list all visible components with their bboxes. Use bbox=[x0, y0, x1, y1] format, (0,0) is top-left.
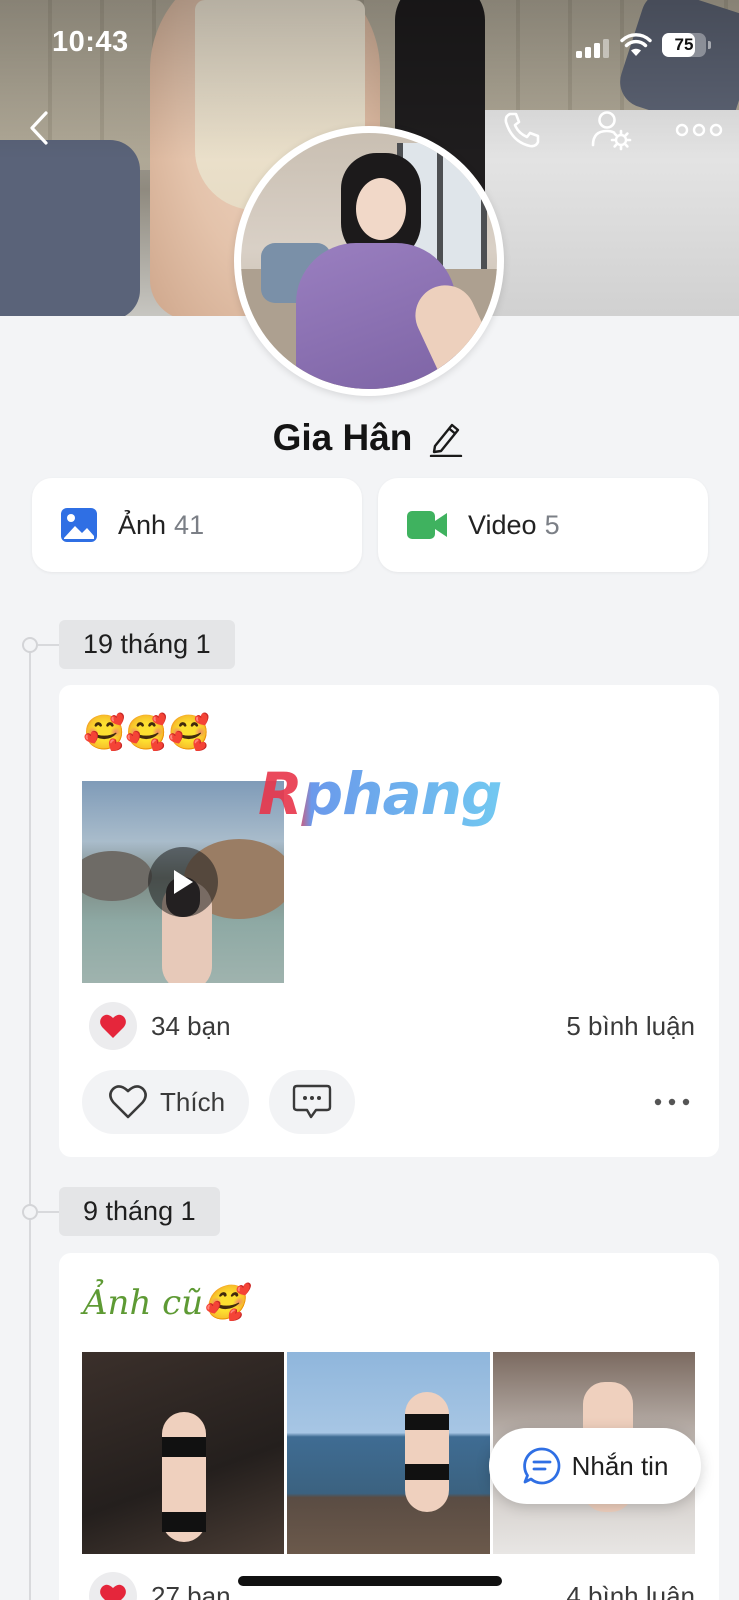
play-icon bbox=[174, 870, 193, 894]
post-card: 🥰🥰🥰 34 bạn 5 bình luận Thích bbox=[59, 685, 719, 1157]
post-date: 19 tháng 1 bbox=[59, 620, 235, 669]
photo-figure bbox=[405, 1392, 450, 1512]
profile-name-row: Gia Hân bbox=[0, 413, 739, 463]
send-message-button[interactable]: Nhắn tin bbox=[489, 1428, 701, 1504]
post-caption: 🥰🥰🥰 bbox=[83, 714, 211, 752]
chevron-left-icon bbox=[30, 111, 48, 145]
wifi-icon bbox=[620, 32, 652, 58]
timeline-connector bbox=[38, 1211, 60, 1213]
timeline-dot bbox=[22, 637, 38, 653]
play-button[interactable] bbox=[148, 847, 218, 917]
photo-figure-garment bbox=[405, 1414, 450, 1430]
like-button[interactable]: Thích bbox=[82, 1070, 250, 1134]
heart-icon bbox=[100, 1014, 126, 1038]
comment-button[interactable] bbox=[269, 1070, 356, 1134]
send-message-label: Nhắn tin bbox=[571, 1450, 669, 1481]
more-horizontal-icon bbox=[654, 1098, 690, 1106]
avatar[interactable] bbox=[234, 126, 504, 396]
more-horizontal-icon bbox=[675, 123, 723, 137]
photo-figure-garment bbox=[162, 1437, 206, 1457]
timeline-connector bbox=[38, 644, 60, 646]
avatar-face bbox=[356, 178, 406, 240]
comment-count[interactable]: 4 bình luận bbox=[566, 1581, 695, 1600]
post-actions: Thích bbox=[82, 1070, 694, 1134]
edit-name-button[interactable] bbox=[426, 418, 466, 458]
more-options-button[interactable] bbox=[673, 106, 725, 154]
comment-count[interactable]: 5 bình luận bbox=[566, 1011, 695, 1042]
video-camera-icon bbox=[407, 511, 447, 539]
heart-outline-icon bbox=[109, 1085, 147, 1119]
heart-reaction-badge bbox=[89, 1572, 137, 1600]
post-date: 9 tháng 1 bbox=[59, 1187, 220, 1236]
reaction-count: 27 bạn bbox=[151, 1580, 231, 1600]
timeline-dot bbox=[22, 1204, 38, 1220]
status-time: 10:43 bbox=[52, 26, 129, 58]
user-settings-icon bbox=[591, 111, 632, 151]
post-photo[interactable] bbox=[287, 1352, 490, 1554]
profile-name: Gia Hân bbox=[272, 417, 413, 458]
profile-settings-button[interactable] bbox=[587, 106, 635, 154]
reaction-summary[interactable]: 34 bạn 5 bình luận bbox=[83, 1001, 695, 1051]
call-button[interactable] bbox=[498, 106, 546, 154]
photos-count: 41 bbox=[174, 509, 205, 540]
photos-label: Ảnh bbox=[118, 509, 167, 540]
reaction-count: 34 bạn bbox=[151, 1010, 231, 1041]
phone-icon bbox=[504, 112, 540, 148]
battery-icon: 75 bbox=[662, 33, 711, 57]
chat-bubble-icon bbox=[522, 1447, 560, 1485]
photos-tile[interactable]: Ảnh 41 bbox=[32, 478, 362, 572]
videos-count: 5 bbox=[544, 509, 560, 540]
like-label: Thích bbox=[160, 1086, 226, 1117]
comment-icon bbox=[292, 1084, 332, 1119]
timeline-line bbox=[29, 645, 31, 1600]
post-caption: Ảnh cũ🥰 bbox=[83, 1283, 246, 1323]
cover-pillow bbox=[0, 140, 140, 316]
heart-icon bbox=[100, 1584, 126, 1600]
home-indicator[interactable] bbox=[238, 1576, 502, 1586]
post-video[interactable] bbox=[82, 781, 284, 983]
video-rock bbox=[82, 851, 152, 901]
battery-level: 75 bbox=[674, 35, 694, 54]
videos-tile[interactable]: Video 5 bbox=[378, 478, 708, 572]
post-photo[interactable] bbox=[82, 1352, 285, 1554]
avatar-photo bbox=[241, 133, 497, 389]
watermark-text: Rphang bbox=[258, 760, 502, 828]
photo-figure-garment bbox=[405, 1464, 450, 1480]
cellular-signal-icon bbox=[576, 38, 612, 58]
heart-reaction-badge bbox=[89, 1002, 137, 1050]
videos-label: Video bbox=[468, 509, 537, 540]
pencil-icon bbox=[430, 423, 463, 457]
photo-figure-garment bbox=[162, 1512, 206, 1532]
image-icon bbox=[61, 508, 97, 542]
post-card: Ảnh cũ🥰 27 bạn 4 bình luận bbox=[59, 1253, 719, 1600]
post-more-button[interactable] bbox=[650, 1080, 694, 1124]
back-button[interactable] bbox=[16, 104, 64, 152]
